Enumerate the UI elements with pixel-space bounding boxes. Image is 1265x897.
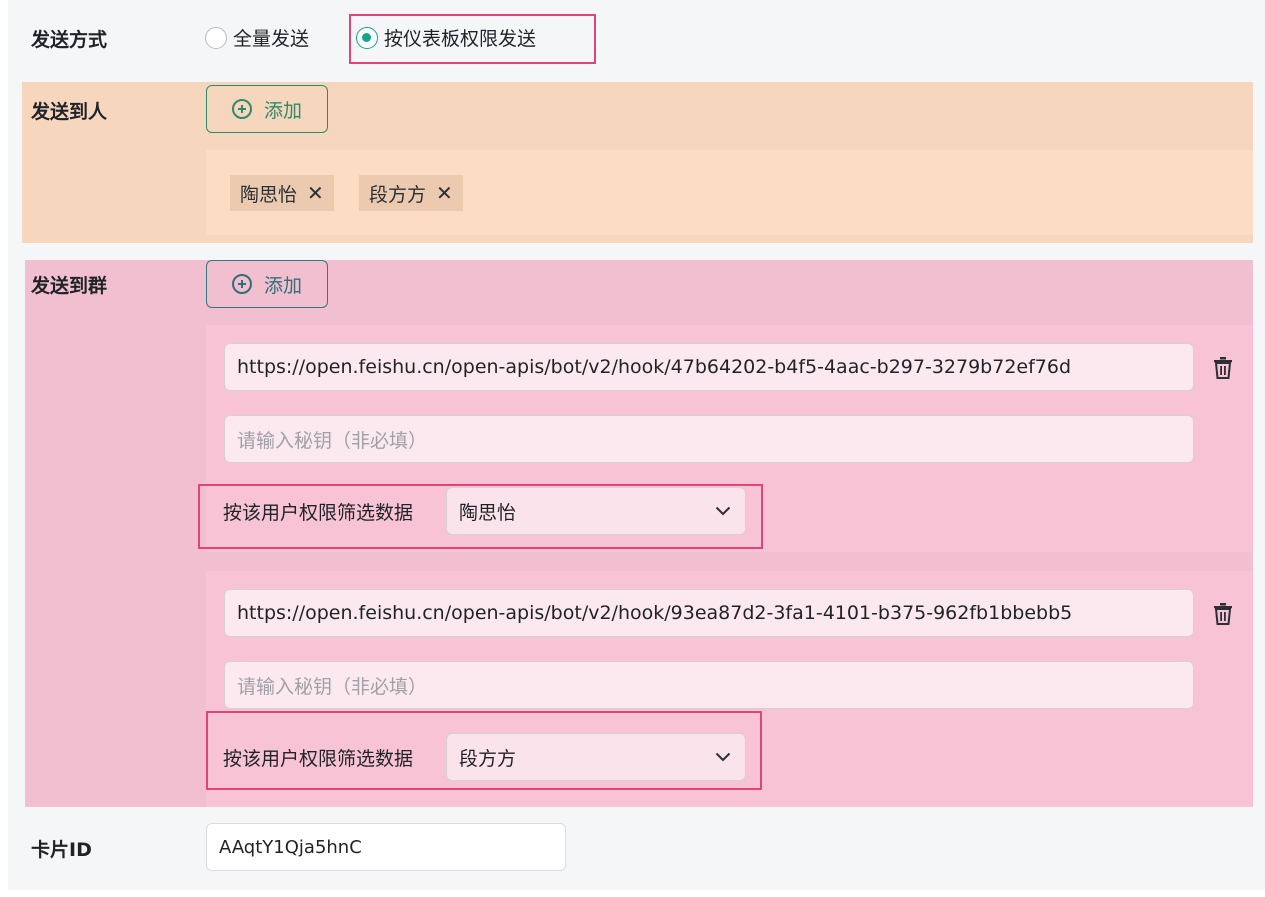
person-tag-label: 陶思怡 bbox=[240, 183, 298, 206]
person-tag-label: 段方方 bbox=[369, 183, 427, 206]
chevron-down-icon bbox=[715, 752, 731, 762]
send-mode-label: 发送方式 bbox=[31, 29, 108, 51]
close-icon[interactable]: ✕ bbox=[436, 183, 453, 203]
radio-full-send[interactable]: 全量发送 bbox=[205, 24, 309, 51]
add-person-button[interactable]: 添加 bbox=[206, 85, 328, 133]
filter-label: 按该用户权限筛选数据 bbox=[223, 748, 414, 770]
chevron-down-icon bbox=[715, 506, 731, 516]
secret-input[interactable]: 请输入秘钥（非必填） bbox=[224, 661, 1194, 709]
send-to-person-label: 发送到人 bbox=[31, 101, 108, 123]
radio-checked-icon bbox=[356, 26, 378, 49]
radio-unchecked-icon bbox=[205, 26, 227, 49]
filter-user-value: 段方方 bbox=[459, 747, 517, 770]
secret-input[interactable]: 请输入秘钥（非必填） bbox=[224, 415, 1194, 463]
plus-circle-icon bbox=[231, 274, 252, 294]
webhook-input[interactable]: https://open.feishu.cn/open-apis/bot/v2/… bbox=[224, 343, 1194, 391]
radio-full-send-label: 全量发送 bbox=[233, 28, 310, 50]
close-icon[interactable]: ✕ bbox=[307, 183, 324, 203]
card-id-input[interactable]: AAqtY1Qja5hnC bbox=[206, 823, 566, 871]
radio-dashboard-permission[interactable]: 按仪表板权限发送 bbox=[356, 24, 536, 51]
add-person-button-label: 添加 bbox=[263, 99, 302, 122]
add-group-button[interactable]: 添加 bbox=[206, 260, 328, 308]
person-tag: 陶思怡 ✕ bbox=[230, 175, 334, 211]
webhook-input[interactable]: https://open.feishu.cn/open-apis/bot/v2/… bbox=[224, 589, 1194, 637]
filter-user-value: 陶思怡 bbox=[459, 501, 517, 524]
add-group-button-label: 添加 bbox=[263, 274, 302, 297]
filter-label: 按该用户权限筛选数据 bbox=[223, 502, 414, 524]
person-tag: 段方方 ✕ bbox=[359, 175, 463, 211]
trash-icon[interactable] bbox=[1212, 602, 1234, 626]
card-id-label: 卡片ID bbox=[31, 839, 92, 861]
send-to-group-label: 发送到群 bbox=[31, 275, 108, 297]
filter-user-select[interactable]: 陶思怡 bbox=[446, 487, 746, 535]
plus-circle-icon bbox=[231, 99, 252, 119]
trash-icon[interactable] bbox=[1212, 356, 1234, 380]
filter-user-select[interactable]: 段方方 bbox=[446, 733, 746, 781]
radio-dashboard-permission-label: 按仪表板权限发送 bbox=[384, 28, 537, 50]
